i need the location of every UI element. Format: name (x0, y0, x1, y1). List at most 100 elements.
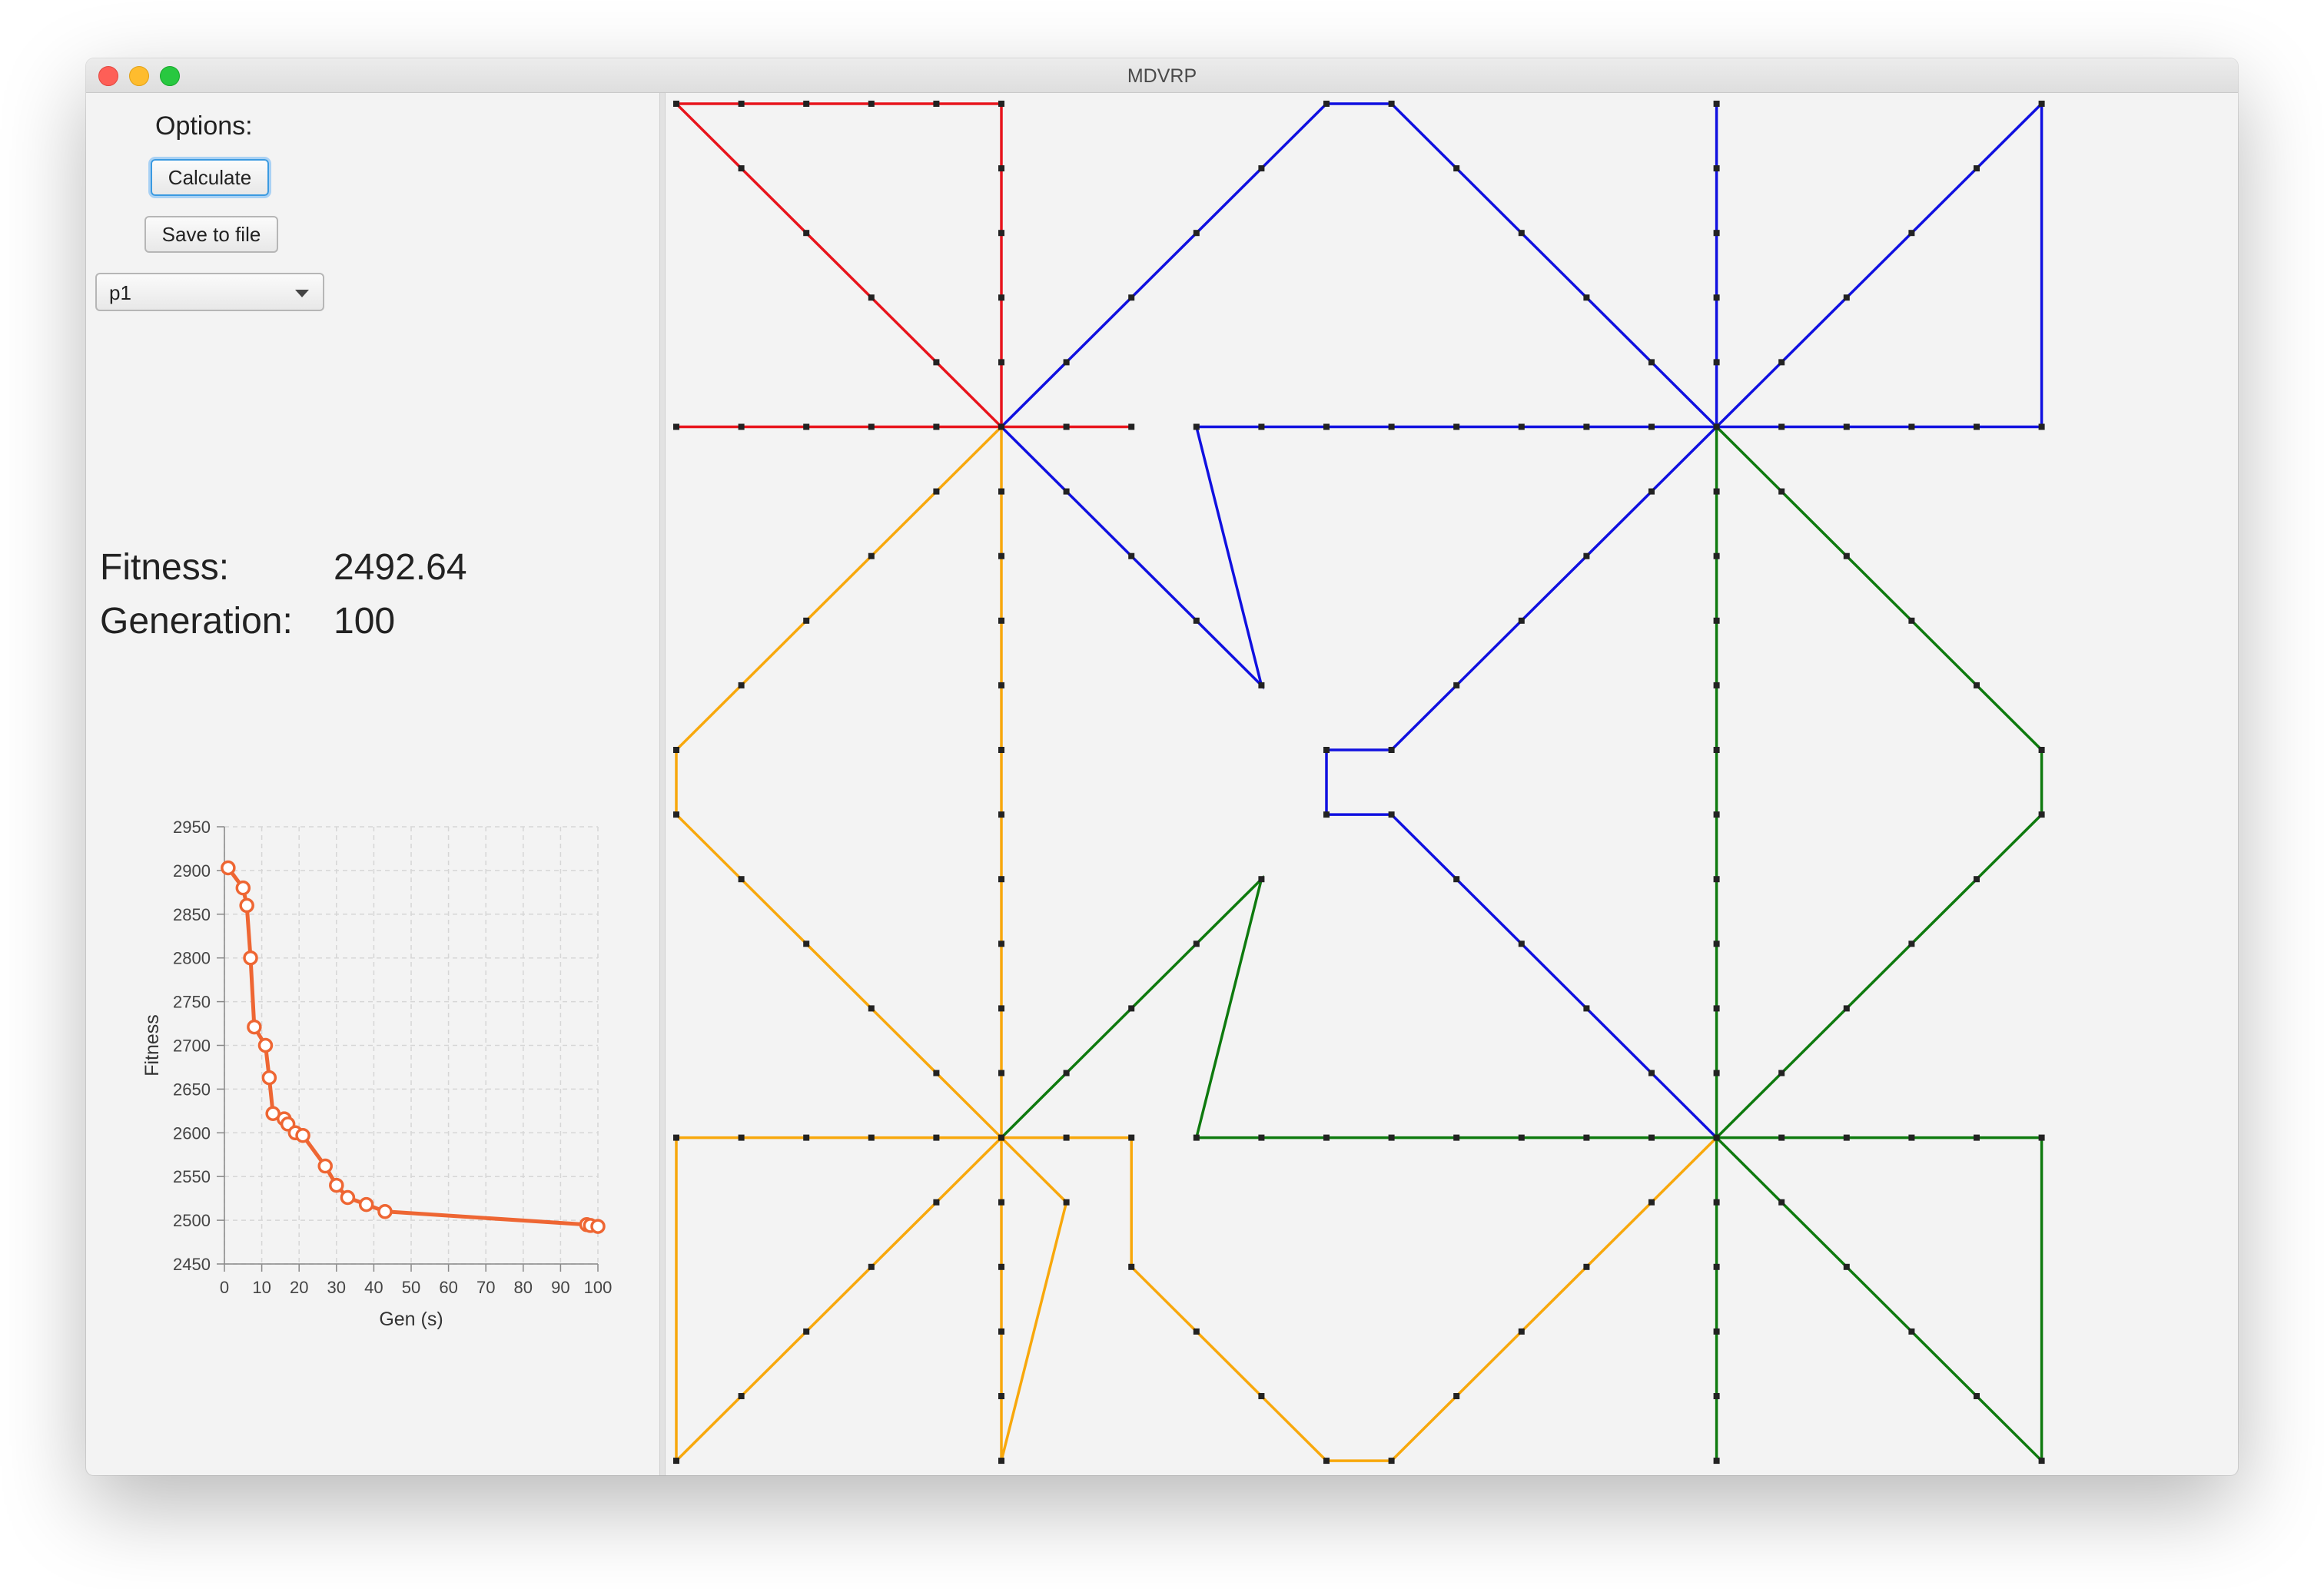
customer-node (738, 1134, 745, 1141)
customer-node (1193, 1134, 1200, 1141)
route-9-orange (675, 426, 1003, 1139)
customer-node (1648, 1070, 1655, 1076)
customer-node (673, 747, 679, 753)
customer-node (1518, 1328, 1525, 1335)
customer-node (1583, 552, 1590, 559)
save-to-file-button[interactable]: Save to file (144, 216, 278, 253)
customer-node (1518, 1134, 1525, 1141)
customer-node (803, 617, 810, 624)
customer-node (1323, 811, 1330, 818)
customer-node (1713, 1393, 1720, 1399)
customer-node (1778, 1199, 1785, 1206)
customer-node (1908, 1328, 1915, 1335)
customer-node (1128, 1005, 1135, 1012)
customer-node (868, 552, 875, 559)
customer-node (933, 359, 940, 366)
customer-node (1713, 359, 1720, 366)
customer-node (1518, 617, 1525, 624)
customer-node (868, 423, 875, 430)
y-tick-label: 2700 (173, 1037, 211, 1056)
customer-node (2038, 1134, 2045, 1141)
route-11-orange (675, 1136, 1003, 1465)
customer-node (1063, 423, 1070, 430)
customer-node (1713, 230, 1720, 237)
data-point (590, 1219, 606, 1234)
customer-node (1843, 1134, 1850, 1141)
customer-node (1193, 230, 1200, 237)
route-16-green (1715, 426, 2043, 1139)
y-tick-label: 2800 (173, 949, 211, 968)
customer-node (803, 101, 810, 107)
customer-node (1778, 423, 1785, 430)
customer-node (738, 682, 745, 688)
customer-node (1713, 1005, 1720, 1012)
customer-node (673, 811, 679, 818)
customer-node (2038, 101, 2045, 107)
customer-node (1258, 1393, 1265, 1399)
x-tick-label: 60 (439, 1278, 457, 1297)
customer-node (998, 101, 1004, 107)
customer-node (1648, 488, 1655, 495)
customer-node (1258, 1134, 1265, 1141)
problem-select[interactable]: p1 (95, 273, 324, 311)
customer-node (1258, 165, 1265, 172)
customer-node (1128, 294, 1135, 301)
customer-node (1843, 1263, 1850, 1270)
fitness-chart: 0 10 20 30 40 50 60 70 80 90 100 2450 2500 2550 2600 26… (141, 818, 612, 1330)
data-point (243, 950, 258, 966)
x-tick-label: 10 (252, 1278, 271, 1297)
data-point (235, 880, 251, 896)
customer-node (998, 811, 1004, 818)
customer-node (1323, 1134, 1330, 1141)
customer-node (1518, 230, 1525, 237)
customer-node (738, 423, 745, 430)
customer-node (1063, 359, 1070, 366)
customer-node (738, 876, 745, 883)
customer-node (1323, 101, 1330, 107)
customer-node (998, 488, 1004, 495)
customer-node (998, 423, 1004, 430)
customer-node (998, 1393, 1004, 1399)
customer-node (1063, 1070, 1070, 1076)
customer-node (673, 1458, 679, 1465)
y-tick-label: 2900 (173, 861, 211, 881)
customer-node (998, 1134, 1004, 1141)
customer-node (803, 940, 810, 947)
customer-node (1518, 423, 1525, 430)
customer-node (2038, 747, 2045, 753)
customer-node (738, 165, 745, 172)
x-tick-label: 90 (551, 1278, 569, 1297)
x-tick-label: 70 (476, 1278, 495, 1297)
customer-node (1974, 1134, 1980, 1141)
route-5-blue (1000, 425, 1717, 690)
app-window: MDVRP Options: Calculate Save to file p1… (86, 58, 2238, 1475)
customer-node (1778, 1070, 1785, 1076)
customer-node (1843, 423, 1850, 430)
options-panel: Options: Calculate Save to file p1 Fitne… (86, 93, 659, 1475)
title-bar[interactable]: MDVRP (86, 58, 2238, 93)
customer-node (1713, 423, 1720, 430)
customer-node (1388, 423, 1395, 430)
fitness-label: Fitness: (100, 547, 230, 588)
customer-node (933, 1199, 940, 1206)
customer-node (998, 1070, 1004, 1076)
customer-node (1908, 940, 1915, 947)
customer-node (1713, 101, 1720, 107)
customer-node (933, 1134, 940, 1141)
customer-node (803, 1328, 810, 1335)
data-point (239, 897, 254, 914)
customer-node (1583, 1134, 1590, 1141)
route-8-blue (1325, 426, 1718, 1139)
customer-node (1128, 552, 1135, 559)
y-tick-label: 2850 (173, 905, 211, 924)
calculate-button[interactable]: Calculate (151, 159, 269, 196)
customer-node (1258, 876, 1265, 883)
customer-node (1388, 101, 1395, 107)
customer-node (738, 1393, 745, 1399)
fitness-value: 2492.64 (334, 547, 467, 588)
route-4-blue (1000, 102, 1718, 428)
data-point (247, 1019, 262, 1035)
customer-node (1518, 940, 1525, 947)
route-7-blue (1715, 100, 2043, 429)
customer-node (998, 1458, 1004, 1465)
